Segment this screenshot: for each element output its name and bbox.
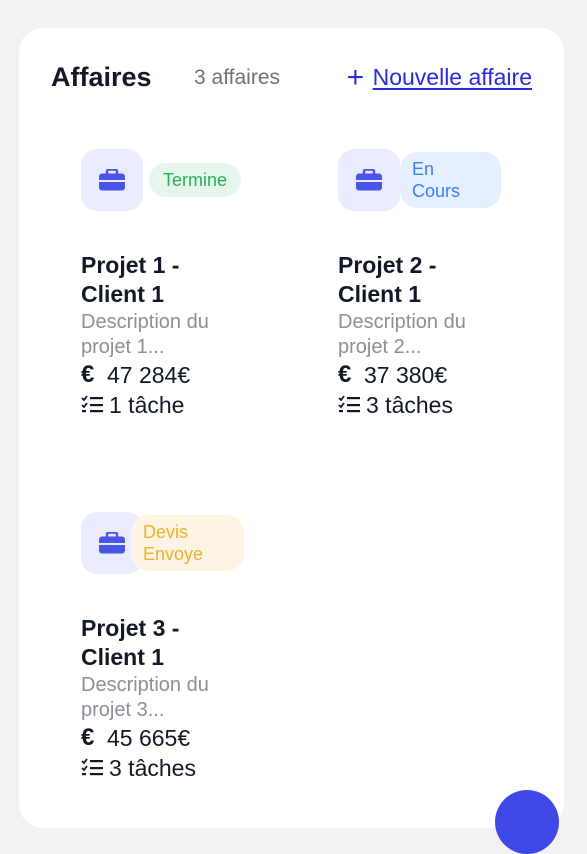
project-tasks: 3 tâches — [81, 753, 281, 783]
project-amount: € 37 380€ — [338, 360, 538, 390]
project-amount-value: 47 284€ — [107, 362, 191, 388]
project-name-line: Client 1 — [338, 281, 422, 307]
status-badge-line: Envoye — [143, 544, 204, 564]
project-name-line: Projet 1 - — [81, 252, 180, 278]
euro-icon: € — [338, 361, 352, 388]
project-description-line: Description du — [81, 311, 209, 333]
briefcase-icon — [81, 149, 143, 211]
project-description-line: projet 2... — [338, 336, 422, 358]
briefcase-icon — [338, 149, 400, 211]
project-name: Projet 1 - Client 1 — [81, 251, 281, 309]
card-header: Affaires 3 affaires + Nouvelle affaire — [51, 60, 532, 96]
checklist-icon — [81, 758, 103, 778]
new-project-label: Nouvelle affaire — [372, 64, 532, 90]
project-card[interactable]: Devis Envoye Projet 3 - Client 1 Descrip… — [81, 512, 281, 783]
projects-count: 3 affaires — [194, 66, 280, 89]
project-description-line: projet 1... — [81, 336, 165, 358]
project-amount-value: 45 665€ — [107, 725, 191, 751]
project-description: Description du projet 2... — [338, 310, 538, 360]
project-name-line: Projet 3 - — [81, 615, 180, 641]
project-name-line: Client 1 — [81, 644, 165, 670]
status-badge-line: En — [412, 159, 435, 179]
euro-icon: € — [81, 361, 95, 388]
project-header: Devis Envoye — [81, 512, 281, 576]
project-description-line: projet 3... — [81, 699, 165, 721]
project-description-line: Description du — [338, 311, 466, 333]
new-project-link[interactable]: + Nouvelle affaire — [346, 60, 532, 94]
project-card[interactable]: En Cours Projet 2 - Client 1 Description… — [338, 149, 538, 420]
project-tasks: 3 tâches — [338, 390, 538, 420]
project-name-line: Projet 2 - — [338, 252, 437, 278]
project-header: Termine — [81, 149, 281, 213]
page-title: Affaires — [51, 62, 152, 92]
euro-icon: € — [81, 724, 95, 751]
project-name-line: Client 1 — [81, 281, 165, 307]
project-description: Description du projet 3... — [81, 673, 281, 723]
project-name: Projet 2 - Client 1 — [338, 251, 538, 309]
project-card[interactable]: Termine Projet 1 - Client 1 Description … — [81, 149, 281, 420]
project-tasks: 1 tâche — [81, 390, 281, 420]
project-tasks-value: 1 tâche — [109, 392, 185, 418]
project-description: Description du projet 1... — [81, 310, 281, 360]
checklist-icon — [81, 395, 103, 415]
status-badge: En Cours — [400, 152, 501, 208]
project-amount-value: 37 380€ — [364, 362, 448, 388]
status-badge: Devis Envoye — [131, 515, 244, 571]
project-amount: € 45 665€ — [81, 723, 281, 753]
project-amount: € 47 284€ — [81, 360, 281, 390]
checklist-icon — [338, 395, 360, 415]
project-name: Projet 3 - Client 1 — [81, 614, 281, 672]
project-tasks-value: 3 tâches — [109, 755, 196, 781]
plus-icon: + — [346, 60, 365, 94]
project-header: En Cours — [338, 149, 538, 213]
project-description-line: Description du — [81, 674, 209, 696]
projects-card: Affaires 3 affaires + Nouvelle affaire T… — [19, 28, 564, 828]
status-badge-line: Devis — [143, 522, 189, 542]
status-badge-line: Cours — [412, 181, 461, 201]
status-badge: Termine — [149, 163, 242, 197]
project-tasks-value: 3 tâches — [366, 392, 453, 418]
